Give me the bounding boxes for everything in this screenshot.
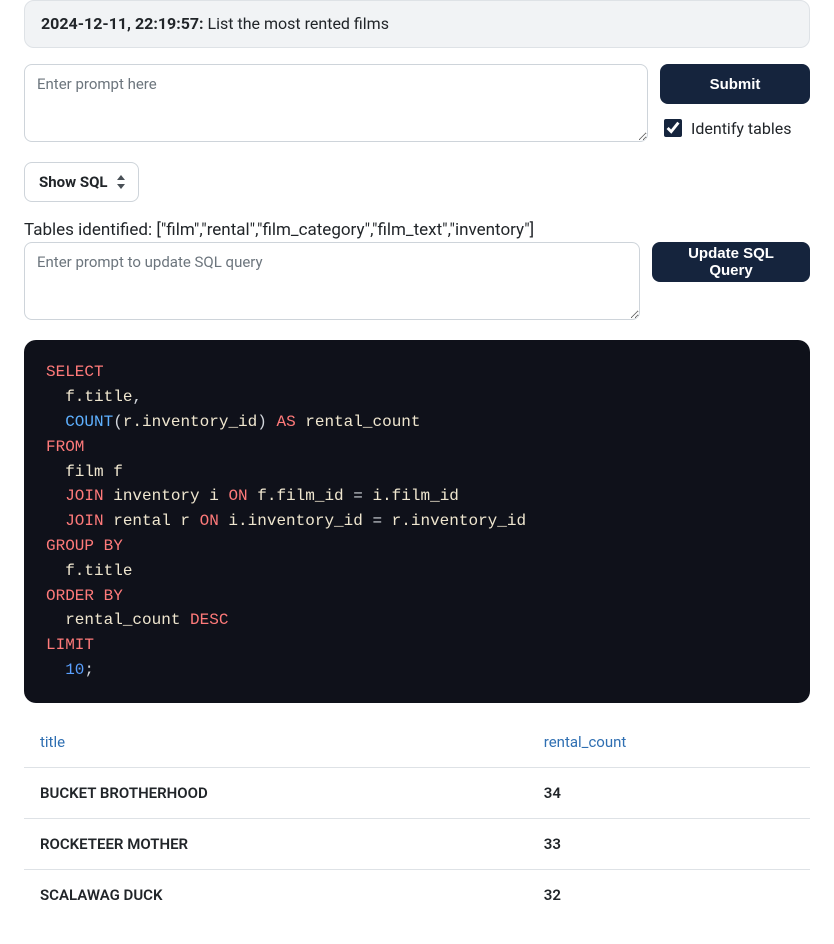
results-table: titlerental_count BUCKET BROTHERHOOD34RO… xyxy=(24,717,810,920)
column-header[interactable]: title xyxy=(24,717,528,768)
results-header-row: titlerental_count xyxy=(24,717,810,768)
identify-tables-checkbox[interactable] xyxy=(664,119,682,137)
update-prompt-input[interactable] xyxy=(24,242,640,320)
table-cell: BUCKET BROTHERHOOD xyxy=(24,767,528,818)
table-cell: SCALAWAG DUCK xyxy=(24,869,528,920)
history-timestamp: 2024-12-11, 22:19:57: xyxy=(41,14,204,33)
table-row: SCALAWAG DUCK32 xyxy=(24,869,810,920)
table-cell: 34 xyxy=(528,767,810,818)
prompt-input[interactable] xyxy=(24,64,648,142)
identify-tables-label: Identify tables xyxy=(691,119,791,138)
table-cell: 33 xyxy=(528,818,810,869)
chevron-up-down-icon xyxy=(116,175,126,189)
tables-identified: Tables identified: ["film","rental","fil… xyxy=(24,220,810,240)
update-sql-button[interactable]: Update SQL Query xyxy=(652,242,810,282)
column-header[interactable]: rental_count xyxy=(528,717,810,768)
identify-tables-option[interactable]: Identify tables xyxy=(660,116,810,140)
table-row: BUCKET BROTHERHOOD34 xyxy=(24,767,810,818)
table-cell: ROCKETEER MOTHER xyxy=(24,818,528,869)
submit-button[interactable]: Submit xyxy=(660,64,810,104)
sql-code-block: SELECT f.title, COUNT(r.inventory_id) AS… xyxy=(24,340,810,702)
history-query: List the most rented films xyxy=(208,14,389,33)
history-entry: 2024-12-11, 22:19:57: List the most rent… xyxy=(24,0,810,48)
table-row: ROCKETEER MOTHER33 xyxy=(24,818,810,869)
table-cell: 32 xyxy=(528,869,810,920)
view-select[interactable]: Show SQL xyxy=(24,162,139,202)
view-select-label: Show SQL xyxy=(39,173,108,191)
